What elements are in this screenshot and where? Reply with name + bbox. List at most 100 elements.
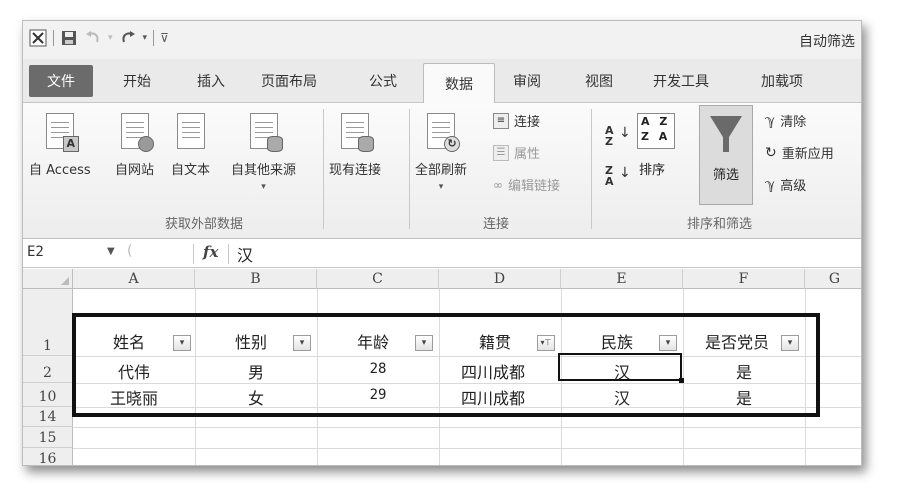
filter-active-icon[interactable]: ▾⊤ [537, 335, 555, 351]
filter-dropdown-age[interactable]: ▾ [415, 335, 433, 351]
cancel-icon[interactable]: ( [127, 243, 132, 259]
tab-addins[interactable]: 加载项 [761, 71, 803, 91]
sort-dialog-icon[interactable]: A ZZ A [637, 113, 675, 149]
row-header-15[interactable]: 15 [23, 427, 73, 448]
reapply-button[interactable]: ↻ 重新应用 [765, 143, 834, 163]
column-header-g[interactable]: G [805, 269, 861, 289]
header-gender[interactable]: 性别 [201, 329, 301, 353]
select-all-corner[interactable] [23, 269, 73, 289]
filter-dropdown-ethnicity[interactable]: ▾ [659, 335, 677, 351]
cell-a2[interactable]: 代伟 [73, 359, 195, 383]
cell-d2[interactable]: 四川成都 [439, 359, 549, 383]
tab-data[interactable]: 数据 [423, 63, 495, 104]
tab-view[interactable]: 视图 [585, 71, 613, 91]
ribbon-data: A 自 Access 自网站 自文本 自其他来源 ▾ 获取外部数据 现有连接 ↻… [23, 103, 861, 239]
filter-dropdown-name[interactable]: ▾ [173, 335, 191, 351]
cell-c10[interactable]: 29 [317, 387, 439, 403]
qat-divider [153, 30, 155, 46]
qat-divider [53, 30, 54, 46]
existing-connections-icon [341, 113, 374, 152]
cell-d10[interactable]: 四川成都 [439, 385, 549, 409]
insert-function-button[interactable]: fx [203, 243, 218, 261]
group-label-sort-filter: 排序和筛选 [687, 217, 753, 232]
gridline [73, 383, 861, 384]
header-hometown[interactable]: 籍贯 [445, 329, 545, 353]
name-box-dropdown-icon[interactable]: ▼ [107, 246, 115, 257]
filter-button[interactable]: 筛选 [699, 105, 753, 205]
cell-f10[interactable]: 是 [683, 385, 805, 409]
header-party-member[interactable]: 是否党员 [687, 329, 787, 353]
filter-dropdown-party-member[interactable]: ▾ [781, 335, 799, 351]
customize-qat-icon[interactable]: ⊽ [160, 31, 169, 45]
filter-dropdown-gender[interactable]: ▾ [293, 335, 311, 351]
text-file-icon [176, 113, 205, 149]
connections-button[interactable]: ≡ 连接 [493, 111, 540, 130]
redo-dropdown-icon[interactable]: ▾ [143, 33, 148, 43]
group-divider [409, 109, 410, 229]
column-header-e[interactable]: E [561, 269, 683, 289]
excel-icon[interactable] [29, 29, 47, 47]
database-icon [249, 113, 283, 152]
tab-review[interactable]: 审阅 [513, 71, 541, 91]
properties-button[interactable]: ☰ 属性 [493, 143, 540, 162]
undo-icon[interactable] [84, 29, 102, 47]
from-web-button[interactable]: 自网站 [115, 107, 154, 178]
tab-home[interactable]: 开始 [123, 71, 151, 91]
cell-e10[interactable]: 汉 [561, 385, 683, 409]
formula-input[interactable]: 汉 [237, 242, 253, 266]
arrow-down-icon: ↓ [619, 125, 631, 141]
tab-file[interactable]: 文件 [29, 65, 93, 97]
column-header-d[interactable]: D [439, 269, 561, 289]
cell-a10[interactable]: 王晓丽 [73, 385, 195, 409]
header-age[interactable]: 年龄 [323, 329, 423, 353]
arrow-down-icon: ↓ [619, 165, 631, 181]
gridline [73, 356, 861, 357]
from-access-button[interactable]: A 自 Access [29, 107, 91, 178]
quick-access-toolbar: ▾ ▾ ⊽ [29, 29, 169, 47]
row-header-16[interactable]: 16 [23, 448, 73, 465]
gridline [805, 289, 806, 465]
name-box[interactable]: E2 [27, 244, 87, 260]
undo-dropdown-icon[interactable]: ▾ [108, 33, 113, 43]
tab-insert[interactable]: 插入 [197, 71, 225, 91]
group-label-connections: 连接 [483, 217, 510, 232]
chevron-down-icon: ▾ [438, 182, 444, 192]
formula-divider [228, 244, 229, 264]
tab-formulas[interactable]: 公式 [369, 71, 397, 91]
column-header-b[interactable]: B [195, 269, 317, 289]
existing-connections-button[interactable]: 现有连接 [329, 107, 381, 178]
group-divider [323, 109, 324, 229]
advanced-button[interactable]: ℽ 高级 [765, 175, 806, 195]
sort-ascending-button[interactable]: AZ [605, 125, 614, 147]
from-other-sources-button[interactable]: 自其他来源 ▾ [231, 107, 296, 192]
header-name[interactable]: 姓名 [79, 329, 179, 353]
row-header-1[interactable]: 1 [23, 289, 73, 356]
cell-b10[interactable]: 女 [195, 385, 317, 409]
gridline [73, 448, 861, 449]
worksheet: A B C D E F G 1 2 10 14 15 16 姓名 ▾ 性别 ▾ … [23, 269, 861, 465]
column-header-a[interactable]: A [73, 269, 195, 289]
redo-icon[interactable] [119, 29, 137, 47]
row-header-10[interactable]: 10 [23, 383, 73, 407]
sort-button[interactable]: 排序 [639, 159, 665, 178]
refresh-all-button[interactable]: ↻ 全部刷新 ▾ [415, 107, 467, 192]
funnel-icon [710, 116, 742, 152]
tab-developer[interactable]: 开发工具 [653, 71, 709, 91]
cell-e2[interactable]: 汉 [561, 359, 683, 383]
gridline [73, 427, 861, 428]
cell-f2[interactable]: 是 [683, 359, 805, 383]
column-header-c[interactable]: C [317, 269, 439, 289]
save-icon[interactable] [60, 29, 78, 47]
formula-bar: E2 ▼ ( fx 汉 [23, 240, 861, 268]
tab-page-layout[interactable]: 页面布局 [261, 71, 317, 91]
from-text-button[interactable]: 自文本 [171, 107, 210, 178]
row-header-2[interactable]: 2 [23, 356, 73, 383]
clear-button[interactable]: ℽ 清除 [765, 111, 806, 131]
cell-b2[interactable]: 男 [195, 359, 317, 383]
row-header-14[interactable]: 14 [23, 407, 73, 427]
sort-descending-button[interactable]: ZA [605, 165, 614, 187]
cell-c2[interactable]: 28 [317, 361, 439, 377]
column-header-f[interactable]: F [683, 269, 805, 289]
edit-links-button[interactable]: ∞ 编辑链接 [493, 175, 560, 195]
header-ethnicity[interactable]: 民族 [567, 329, 667, 353]
